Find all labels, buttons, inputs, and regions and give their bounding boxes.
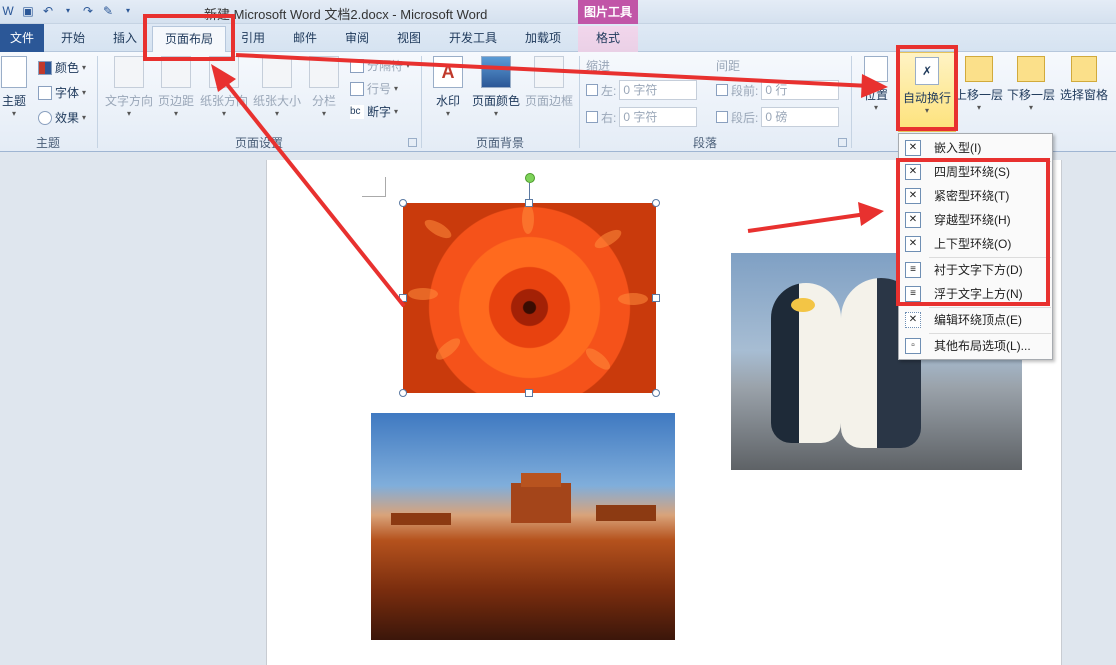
arrow-to-menu <box>747 212 867 233</box>
arrow-tab-to-button <box>235 53 871 88</box>
annotation-arrows <box>211 53 888 308</box>
arrow-head-button <box>861 74 888 98</box>
arrow-image-to-tab <box>220 76 406 308</box>
arrow-head-menu <box>858 202 884 226</box>
